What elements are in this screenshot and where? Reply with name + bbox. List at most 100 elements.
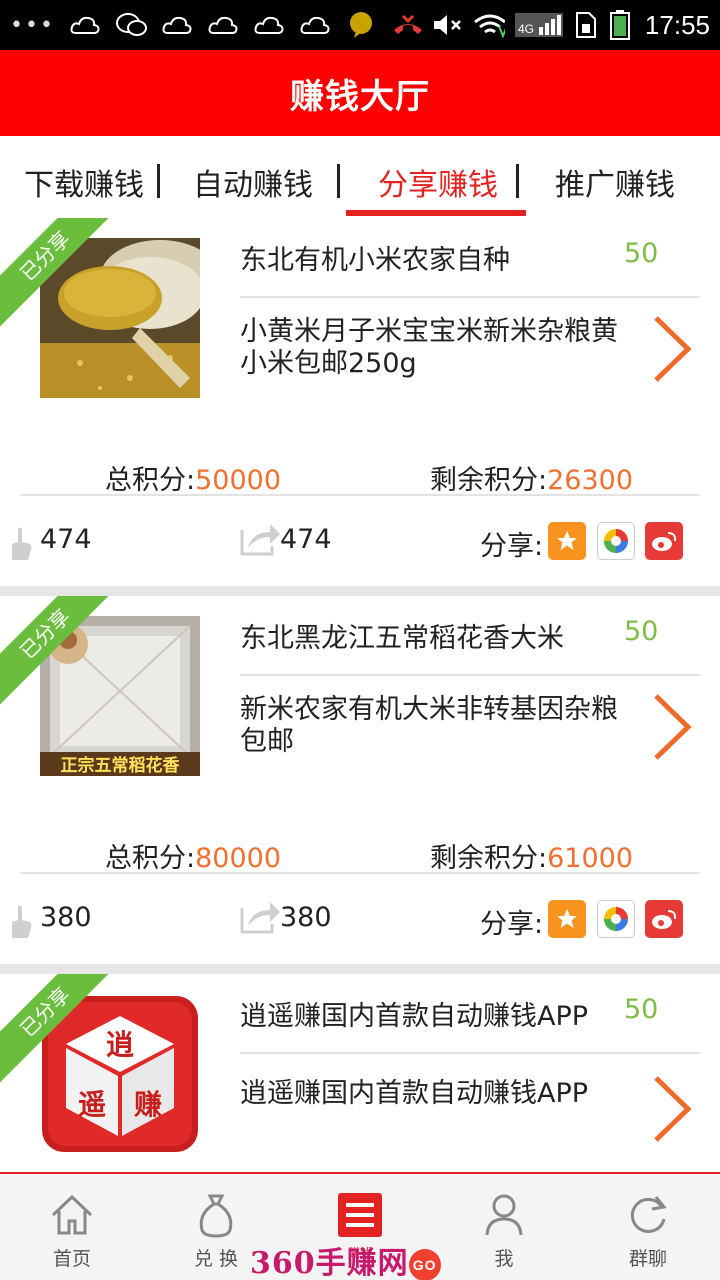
active-tab-indicator xyxy=(346,210,526,216)
nav-exchange[interactable]: 兑 换 xyxy=(144,1174,288,1280)
share-count: 474 xyxy=(280,524,332,555)
moments-share-button[interactable] xyxy=(597,522,635,560)
missed-call-icon xyxy=(391,14,423,36)
thumb-caption: 正宗五常稻花香 xyxy=(61,755,180,776)
list-icon xyxy=(335,1190,385,1240)
share-label: 分享: xyxy=(480,531,544,562)
list-item[interactable]: 已分享 东北有机小米农家自种 50 小黄米月子米宝宝米新米杂粮黄小米包邮250g… xyxy=(0,218,720,586)
like-count: 380 xyxy=(40,902,92,933)
item-title: 东北黑龙江五常稻花香大米 xyxy=(240,623,564,654)
total-points-label: 总积分: xyxy=(105,465,196,496)
thumb-like-icon[interactable] xyxy=(10,904,32,940)
chevron-right-icon[interactable] xyxy=(650,692,694,762)
total-points-label: 总积分: xyxy=(105,843,196,874)
moments-share-button[interactable] xyxy=(597,900,635,938)
wifi-icon xyxy=(473,14,505,38)
like-count: 474 xyxy=(40,524,92,555)
item-description: 小黄米月子米宝宝米新米杂粮黄小米包邮250g xyxy=(240,316,618,379)
weibo-share-button[interactable] xyxy=(645,900,683,938)
item-footer: 474 474 分享: xyxy=(0,496,720,580)
remaining-points-value: 26300 xyxy=(547,465,634,496)
nav-group-chat[interactable]: 群聊 xyxy=(576,1174,720,1280)
user-icon xyxy=(479,1190,529,1240)
aperture-icon xyxy=(604,907,628,931)
remaining-points-label: 剩余积分: xyxy=(430,843,548,874)
star-icon xyxy=(557,909,577,928)
network-type-label: 4G xyxy=(518,22,534,36)
chevron-right-icon[interactable] xyxy=(650,314,694,384)
weibo-icon xyxy=(652,910,677,929)
share-arrow-icon[interactable] xyxy=(240,520,282,556)
item-points: 50 xyxy=(624,238,659,269)
mute-icon xyxy=(431,14,463,36)
wechat-icon xyxy=(115,13,147,36)
signal-icon: 4G xyxy=(514,13,563,37)
remaining-points-label: 剩余积分: xyxy=(430,465,548,496)
tab-share-earn[interactable]: 分享赚钱 xyxy=(378,160,498,204)
cloud-icon xyxy=(69,14,101,36)
star-icon xyxy=(557,531,577,550)
nav-label: 兑 换 xyxy=(193,1248,239,1270)
remaining-points-value: 61000 xyxy=(547,843,634,874)
nav-label: 赚钱 xyxy=(347,1246,372,1260)
weibo-share-button[interactable] xyxy=(645,522,683,560)
refresh-icon xyxy=(623,1190,673,1240)
total-points-value: 80000 xyxy=(195,843,282,874)
nav-label: 群聊 xyxy=(628,1248,667,1270)
item-title: 东北有机小米农家自种 xyxy=(240,245,510,276)
nav-label: 我 xyxy=(494,1248,514,1270)
qzone-share-button[interactable] xyxy=(548,900,586,938)
share-label: 分享: xyxy=(480,909,544,940)
item-points: 50 xyxy=(624,616,659,647)
list-item[interactable]: 正宗五常稻花香 已分享 东北黑龙江五常稻花香大米 50 新米农家有机大米非转基因… xyxy=(0,596,720,964)
more-dots-icon: ••• xyxy=(10,12,55,38)
nav-label: 首页 xyxy=(52,1248,91,1270)
clock: 17:55 xyxy=(644,9,710,40)
weibo-icon xyxy=(652,532,677,551)
nav-home[interactable]: 首页 xyxy=(0,1174,144,1280)
aperture-icon xyxy=(604,529,628,553)
chevron-right-icon[interactable] xyxy=(650,1074,694,1144)
share-count: 380 xyxy=(280,902,332,933)
thumb-like-icon[interactable] xyxy=(10,526,32,562)
tab-download-earn[interactable]: 下载赚钱 xyxy=(24,160,144,204)
tab-separator xyxy=(516,164,519,198)
cloud-icon xyxy=(207,14,239,36)
sim-icon xyxy=(573,12,599,38)
item-title: 逍遥赚国内首款自动赚钱APP xyxy=(240,1001,589,1032)
total-points: 总积分:80000 xyxy=(105,836,281,875)
battery-icon xyxy=(609,10,631,40)
item-description: 新米农家有机大米非转基因杂粮包邮 xyxy=(240,694,618,757)
divider xyxy=(240,1052,700,1054)
tab-separator xyxy=(157,164,160,198)
logo-char: 逍 xyxy=(106,1028,134,1061)
remaining-points: 剩余积分:61000 xyxy=(430,836,633,875)
app-header: 赚钱大厅 xyxy=(0,50,720,136)
money-bag-icon xyxy=(191,1190,241,1240)
remaining-points: 剩余积分:26300 xyxy=(430,458,633,497)
qzone-share-button[interactable] xyxy=(548,522,586,560)
chat-bubble-icon xyxy=(345,12,377,38)
divider xyxy=(240,674,700,676)
logo-char: 遥 xyxy=(78,1088,106,1121)
total-points-value: 50000 xyxy=(195,465,282,496)
nav-me[interactable]: 我 xyxy=(432,1174,576,1280)
divider xyxy=(240,296,700,298)
status-bar: ••• 4G 17:55 xyxy=(0,0,720,50)
item-points: 50 xyxy=(624,994,659,1025)
tab-promote-earn[interactable]: 推广赚钱 xyxy=(555,160,675,204)
item-footer: 380 380 分享: xyxy=(0,874,720,958)
cloud-icon xyxy=(253,14,285,36)
page-title: 赚钱大厅 xyxy=(290,76,430,117)
nav-earn[interactable]: 赚钱 xyxy=(288,1174,432,1280)
bottom-navigation: 首页 兑 换 赚钱 我 群聊 xyxy=(0,1172,720,1280)
tab-separator xyxy=(337,164,340,198)
share-arrow-icon[interactable] xyxy=(240,898,282,934)
cloud-icon xyxy=(299,14,331,36)
list-item[interactable]: 逍 遥 赚 已分享 逍遥赚国内首款自动赚钱APP 50 逍遥赚国内首款自动赚钱A… xyxy=(0,974,720,1172)
tab-bar: 下载赚钱 自动赚钱 分享赚钱 推广赚钱 xyxy=(0,136,720,218)
tab-auto-earn[interactable]: 自动赚钱 xyxy=(193,160,313,204)
item-description: 逍遥赚国内首款自动赚钱APP xyxy=(240,1078,589,1109)
logo-char: 赚 xyxy=(134,1088,162,1121)
home-icon xyxy=(47,1190,97,1240)
